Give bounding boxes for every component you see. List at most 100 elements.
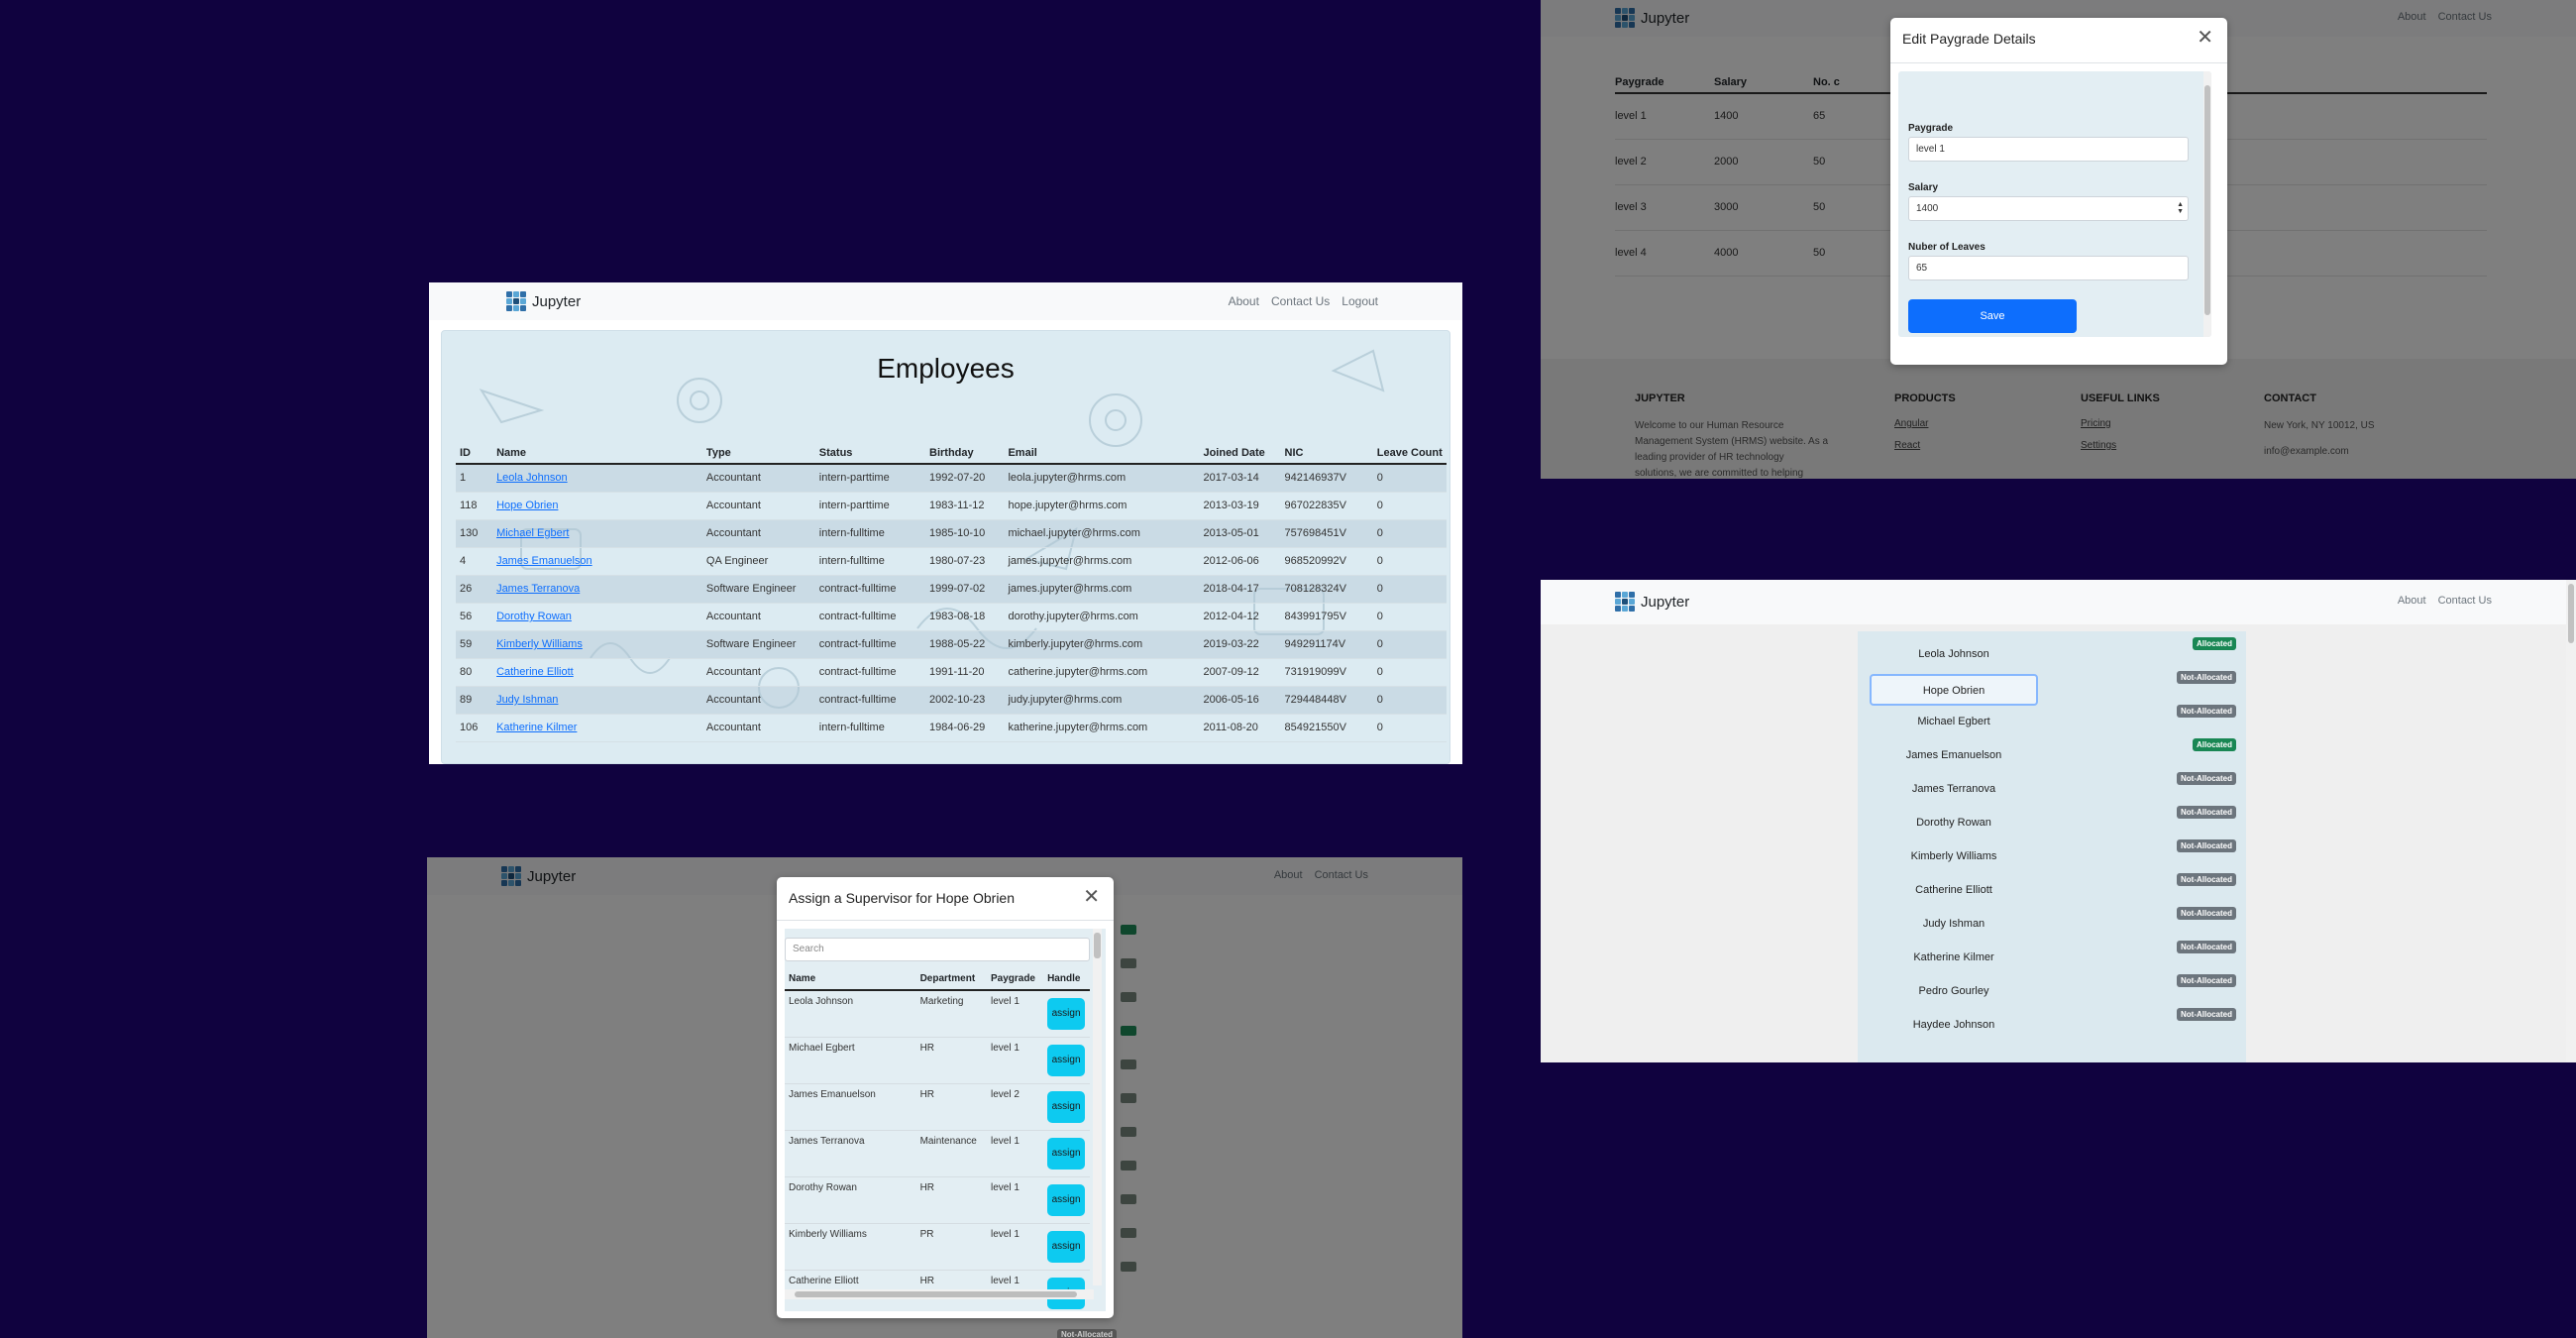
list-item[interactable]: Michael Egbert Not-Allocated: [1858, 705, 2246, 738]
column-header: Type: [701, 442, 815, 465]
employee-link[interactable]: Catherine Elliott: [496, 666, 574, 678]
table-cell: 1: [456, 464, 493, 493]
paygrade-input[interactable]: level 1: [1908, 137, 2189, 162]
page-title: Employees: [877, 353, 1015, 384]
list-item[interactable]: Catherine Elliott Not-Allocated: [1858, 873, 2246, 907]
supervisor-table: Name Department Paygrade Handle Leola Johns…: [785, 968, 1090, 1311]
nav-contact[interactable]: Contact Us: [2438, 595, 2492, 607]
column-header: Name: [492, 442, 702, 465]
table-row: Dorothy Rowan HR level 1 assign: [785, 1176, 1090, 1224]
table-cell: Marketing: [915, 990, 987, 1038]
table-cell: Maintenance: [915, 1130, 987, 1177]
employee-link[interactable]: Dorothy Rowan: [496, 611, 572, 622]
table-row: Kimberly Williams PR level 1 assign: [785, 1223, 1090, 1271]
table-cell: level 2: [986, 1083, 1044, 1131]
list-item[interactable]: James Terranova Not-Allocated: [1858, 772, 2246, 806]
table-cell: kimberly.jupyter@hrms.com: [1004, 630, 1200, 659]
navbar: Jupyter About Contact Us: [1541, 580, 2576, 624]
assign-button[interactable]: assign: [1047, 1090, 1086, 1123]
list-item[interactable]: Hope Obrien Not-Allocated: [1858, 671, 2246, 706]
table-cell: Hope Obrien: [492, 492, 702, 520]
column-header: Department: [915, 968, 987, 991]
table-cell: Michael Egbert: [785, 1037, 916, 1084]
navbar-brand[interactable]: Jupyter: [1615, 592, 1689, 612]
table-row: 4 James Emanuelson QA Engineer intern-fullt…: [456, 547, 1447, 576]
save-button[interactable]: Save: [1908, 299, 2077, 333]
list-item[interactable]: Pedro Gourley Not-Allocated: [1858, 974, 2246, 1008]
employee-link[interactable]: James Terranova: [496, 583, 580, 595]
list-item[interactable]: Dorothy Rowan Not-Allocated: [1858, 806, 2246, 839]
table-cell: 967022835V: [1280, 492, 1373, 520]
assign-button[interactable]: assign: [1047, 1137, 1086, 1170]
scrollbar-thumb[interactable]: [2204, 85, 2210, 315]
assign-button[interactable]: assign: [1047, 998, 1086, 1030]
table-cell: Michael Egbert: [492, 519, 702, 548]
navbar-brand[interactable]: Jupyter: [506, 291, 581, 311]
table-cell: contract-fulltime: [814, 603, 926, 631]
table-cell: Accountant: [701, 686, 815, 715]
table-row: James Emanuelson HR level 2 assign: [785, 1083, 1090, 1131]
form-scrollbar[interactable]: [2203, 71, 2211, 337]
scrollbar-thumb[interactable]: [2568, 584, 2574, 643]
close-icon[interactable]: ✕: [1083, 887, 1100, 907]
table-cell: james.jupyter@hrms.com: [1004, 547, 1200, 576]
status-badge: Allocated: [2192, 637, 2236, 650]
page-scrollbar[interactable]: [2566, 580, 2576, 1062]
table-cell: Software Engineer: [701, 575, 815, 604]
table-cell: level 1: [986, 990, 1044, 1038]
spinner-icon[interactable]: ▲ ▼: [2177, 201, 2184, 215]
leaves-input[interactable]: 65: [1908, 256, 2189, 280]
employee-link[interactable]: Hope Obrien: [496, 500, 558, 511]
search-input[interactable]: Search: [785, 938, 1090, 961]
status-badge: Not-Allocated: [2177, 873, 2236, 886]
assign-button[interactable]: assign: [1047, 1183, 1086, 1216]
salary-input[interactable]: 1400 ▲ ▼: [1908, 196, 2189, 221]
table-cell: dorothy.jupyter@hrms.com: [1004, 603, 1200, 631]
employee-name: Hope Obrien: [1870, 674, 2038, 706]
allocation-window: Jupyter About Contact Us Leola Johnson Al…: [1541, 580, 2576, 1062]
assign-button[interactable]: assign: [1047, 1230, 1086, 1263]
list-scrollbar[interactable]: [1093, 929, 1102, 1285]
table-cell: level 1: [986, 1176, 1044, 1224]
nav-about[interactable]: About: [2398, 595, 2426, 607]
nav-logout[interactable]: Logout: [1342, 294, 1378, 308]
employee-link[interactable]: Katherine Kilmer: [496, 722, 577, 733]
close-icon[interactable]: ✕: [2197, 28, 2213, 48]
scrollbar-thumb[interactable]: [1094, 933, 1101, 958]
salary-label: Salary: [1908, 182, 1939, 193]
employee-link[interactable]: Kimberly Williams: [496, 638, 583, 650]
table-cell: 708128324V: [1280, 575, 1373, 604]
assign-button[interactable]: assign: [1047, 1044, 1086, 1076]
list-item[interactable]: Judy Ishman Not-Allocated: [1858, 907, 2246, 941]
paygrade-form: Paygrade level 1 Salary 1400 ▲ ▼ Nuber of…: [1898, 71, 2211, 337]
employee-link[interactable]: Leola Johnson: [496, 472, 568, 484]
list-item[interactable]: Katherine Kilmer Not-Allocated: [1858, 941, 2246, 974]
list-item[interactable]: Haydee Johnson Not-Allocated: [1858, 1008, 2246, 1042]
list-item[interactable]: Leola Johnson Allocated: [1858, 637, 2246, 671]
nav-contact[interactable]: Contact Us: [1271, 294, 1330, 308]
table-cell: Dorothy Rowan: [492, 603, 702, 631]
scrollbar-thumb[interactable]: [795, 1291, 1077, 1297]
table-cell: QA Engineer: [701, 547, 815, 576]
table-cell: Accountant: [701, 603, 815, 631]
table-cell: 1991-11-20: [925, 658, 1005, 687]
list-item[interactable]: Kimberly Williams Not-Allocated: [1858, 839, 2246, 873]
employee-link[interactable]: Judy Ishman: [496, 694, 558, 706]
table-cell: James Terranova: [785, 1130, 916, 1177]
modal-header: Assign a Supervisor for Hope Obrien ✕: [777, 877, 1114, 921]
column-header: NIC: [1280, 442, 1373, 465]
list-item[interactable]: James Emanuelson Allocated: [1858, 738, 2246, 772]
jupyter-logo-icon: [1615, 592, 1635, 612]
employee-name: James Emanuelson: [1905, 749, 2002, 761]
column-header: Handle: [1043, 968, 1090, 991]
table-cell: assign: [1043, 990, 1090, 1038]
paygrade-label: Paygrade: [1908, 123, 1954, 134]
employee-link[interactable]: Michael Egbert: [496, 527, 569, 539]
table-cell: 106: [456, 714, 493, 742]
status-badge: Not-Allocated: [2177, 806, 2236, 819]
table-cell: 2019-03-22: [1199, 630, 1281, 659]
table-cell: Judy Ishman: [492, 686, 702, 715]
horizontal-scrollbar[interactable]: [785, 1289, 1094, 1299]
nav-about[interactable]: About: [1229, 294, 1259, 308]
employee-link[interactable]: James Emanuelson: [496, 555, 592, 567]
